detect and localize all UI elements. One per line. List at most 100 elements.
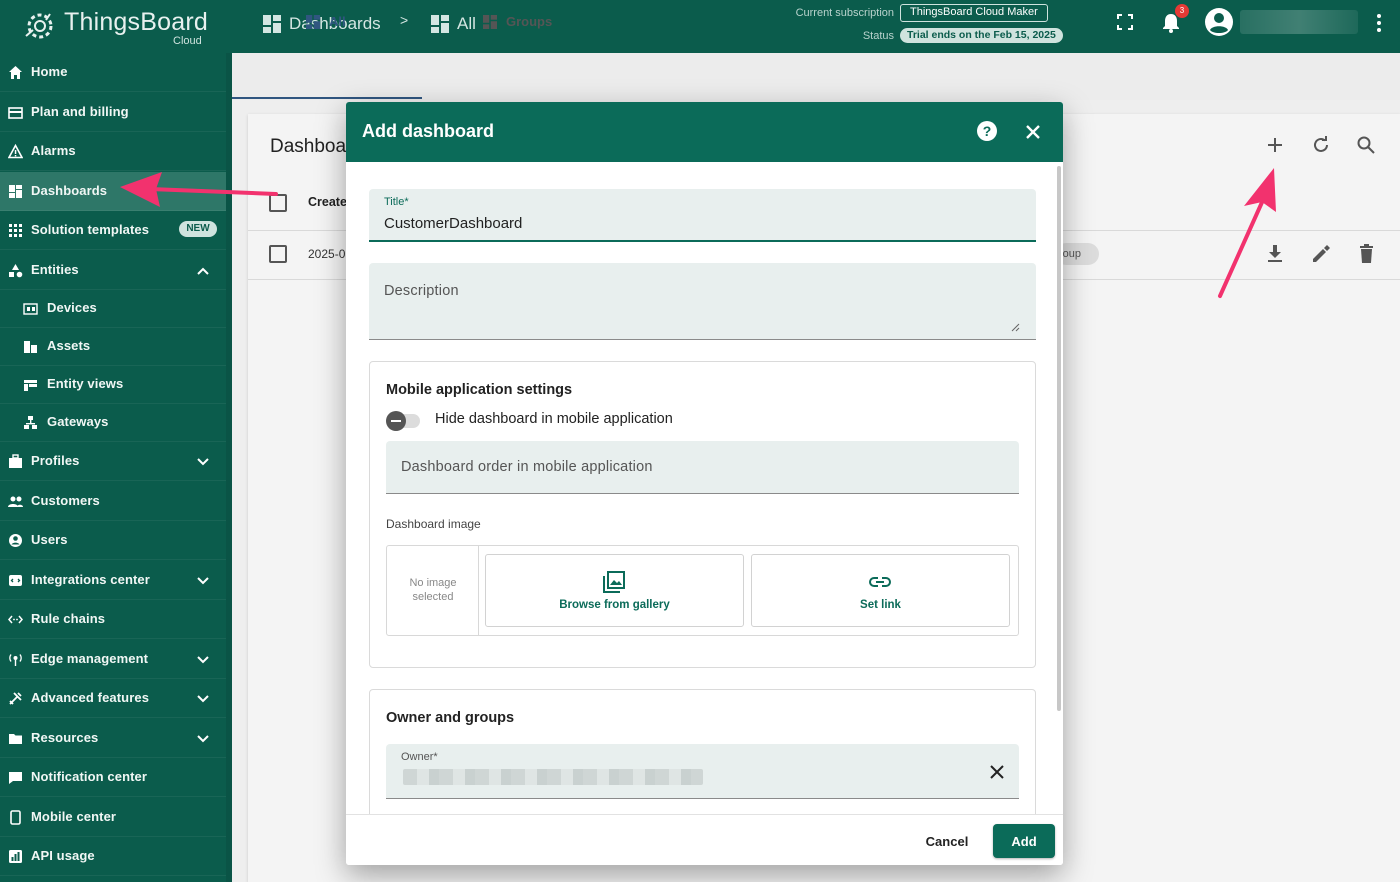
no-image-text: No image selected xyxy=(409,577,457,603)
chevron-down-icon[interactable] xyxy=(196,455,210,469)
users-icon xyxy=(9,534,22,547)
sidebar-item-edge-management[interactable]: Edge management xyxy=(0,640,226,679)
image-preview: No image selected xyxy=(387,546,479,635)
row-checkbox[interactable] xyxy=(269,245,287,263)
sidebar-item-rule-chains[interactable]: Rule chains xyxy=(0,600,226,639)
sidebar-item-devices[interactable]: Devices xyxy=(0,289,226,328)
sidebar-item-integrations-center[interactable]: Integrations center xyxy=(0,561,226,600)
owner-field[interactable]: Owner* xyxy=(386,744,1019,799)
title-field[interactable]: Title* CustomerDashboard xyxy=(369,189,1036,242)
field-underline xyxy=(386,493,1019,494)
sidebar-item-notification-center[interactable]: Notification center xyxy=(0,758,226,797)
active-tab-indicator xyxy=(232,97,422,99)
sidebar-item-label: API usage xyxy=(31,848,95,863)
field-underline xyxy=(369,339,1036,340)
mobile-settings-section: Mobile application settings Hide dashboa… xyxy=(369,361,1036,668)
breadcrumb-all[interactable]: All xyxy=(431,12,476,36)
chevron-up-icon[interactable] xyxy=(196,264,210,278)
browse-gallery-label: Browse from gallery xyxy=(559,599,670,611)
description-field[interactable]: Description xyxy=(369,263,1036,340)
dialog-header: Add dashboard ? xyxy=(346,102,1063,162)
tab-all[interactable]: All xyxy=(306,14,346,29)
clear-icon[interactable] xyxy=(989,764,1005,780)
set-link-button[interactable]: Set link xyxy=(751,554,1010,627)
more-vert-icon[interactable] xyxy=(1376,14,1382,32)
sidebar-item-label: Resources xyxy=(31,729,99,745)
sidebar-item-profiles[interactable]: Profiles xyxy=(0,442,226,481)
sidebar-item-api-usage[interactable]: API usage xyxy=(0,837,226,876)
column-header-created[interactable]: Create xyxy=(308,195,347,209)
top-bar: ThingsBoard Cloud Dashboards > All Curre… xyxy=(0,0,1400,53)
sidebar-item-label: Integrations center xyxy=(31,571,150,587)
page-title: Dashboa xyxy=(270,136,347,157)
close-icon[interactable] xyxy=(1023,122,1043,142)
account-icon[interactable] xyxy=(1204,7,1234,37)
sidebar-item-label: Solution templates xyxy=(31,222,150,237)
billing-icon xyxy=(8,106,23,119)
resources-icon xyxy=(9,733,22,744)
sidebar-item-customers[interactable]: Customers xyxy=(0,482,226,521)
owner-groups-section: Owner and groups Owner* xyxy=(369,689,1036,829)
sidebar-item-resources[interactable]: Resources xyxy=(0,719,226,758)
search-icon[interactable] xyxy=(1357,136,1375,154)
sidebar-item-label: Assets xyxy=(47,338,91,353)
sidebar-item-label: Entities xyxy=(31,261,79,277)
mobile-settings-title: Mobile application settings xyxy=(386,382,573,398)
sidebar-item-entities[interactable]: Entities xyxy=(0,251,226,290)
sidebar-item-home[interactable]: Home xyxy=(0,53,226,92)
sidebar-item-entity-views[interactable]: Entity views xyxy=(0,365,226,404)
customers-icon xyxy=(8,496,23,507)
sidebar-item-assets[interactable]: Assets xyxy=(0,327,226,366)
dashboard-image-picker: No image selected Browse from gallery Se… xyxy=(386,545,1019,636)
mobile-order-field[interactable]: Dashboard order in mobile application xyxy=(386,441,1019,494)
chevron-down-icon[interactable] xyxy=(196,574,210,588)
home-icon xyxy=(9,66,22,79)
title-field-value: CustomerDashboard xyxy=(384,215,523,232)
sidebar-item-label: Plan and billing xyxy=(31,103,129,119)
entities-icon xyxy=(9,263,23,277)
delete-icon[interactable] xyxy=(1359,244,1374,263)
tab-label: Groups xyxy=(506,14,553,29)
sidebar-item-mobile-center[interactable]: Mobile center xyxy=(0,798,226,837)
dialog-footer: Cancel Add xyxy=(346,814,1063,865)
add-button[interactable]: Add xyxy=(993,824,1055,858)
api-usage-icon xyxy=(9,850,22,863)
advanced-icon xyxy=(9,692,22,705)
thingsboard-logo[interactable]: ThingsBoard Cloud xyxy=(18,4,218,50)
sidebar-item-label: Advanced features xyxy=(31,690,150,705)
sidebar-item-users[interactable]: Users xyxy=(0,521,226,560)
title-field-label: Title* xyxy=(384,196,409,208)
sidebar-item-plan-and-billing[interactable]: Plan and billing xyxy=(0,93,226,132)
chevron-down-icon[interactable] xyxy=(196,692,210,706)
dialog-scrollbar[interactable] xyxy=(1057,166,1061,711)
notification-count-badge: 3 xyxy=(1175,4,1189,18)
user-name-redacted[interactable] xyxy=(1240,10,1358,34)
chevron-down-icon[interactable] xyxy=(196,653,210,667)
integrations-icon xyxy=(9,574,22,586)
notification-center-icon xyxy=(9,772,22,784)
apps-icon xyxy=(9,224,22,237)
edit-icon[interactable] xyxy=(1312,245,1330,263)
dialog-title: Add dashboard xyxy=(362,121,495,141)
cancel-button[interactable]: Cancel xyxy=(914,828,980,854)
resize-handle-icon[interactable] xyxy=(1011,323,1020,332)
browse-gallery-button[interactable]: Browse from gallery xyxy=(485,554,744,627)
tab-groups[interactable]: Groups xyxy=(483,14,552,29)
chevron-down-icon[interactable] xyxy=(196,732,210,746)
sidebar-item-solution-templates[interactable]: Solution templates NEW xyxy=(0,211,226,250)
fullscreen-icon[interactable] xyxy=(1117,14,1133,30)
breadcrumb-separator: > xyxy=(400,12,409,28)
help-icon[interactable]: ? xyxy=(976,120,998,142)
subscription-label: Current subscription xyxy=(795,7,894,19)
subscription-chip[interactable]: ThingsBoard Cloud Maker xyxy=(900,4,1048,22)
dialog-body: Title* CustomerDashboard Description Mob… xyxy=(346,162,1063,829)
refresh-icon[interactable] xyxy=(1312,136,1330,154)
sidebar-item-label: Entity views xyxy=(47,376,124,391)
owner-field-label: Owner* xyxy=(401,751,438,763)
hide-in-mobile-label: Hide dashboard in mobile application xyxy=(435,411,673,427)
sidebar-item-gateways[interactable]: Gateways xyxy=(0,403,226,442)
add-icon[interactable] xyxy=(1267,137,1283,153)
sidebar-item-advanced-features[interactable]: Advanced features xyxy=(0,679,226,718)
hide-in-mobile-toggle[interactable] xyxy=(386,411,420,431)
svg-text:?: ? xyxy=(983,123,992,139)
